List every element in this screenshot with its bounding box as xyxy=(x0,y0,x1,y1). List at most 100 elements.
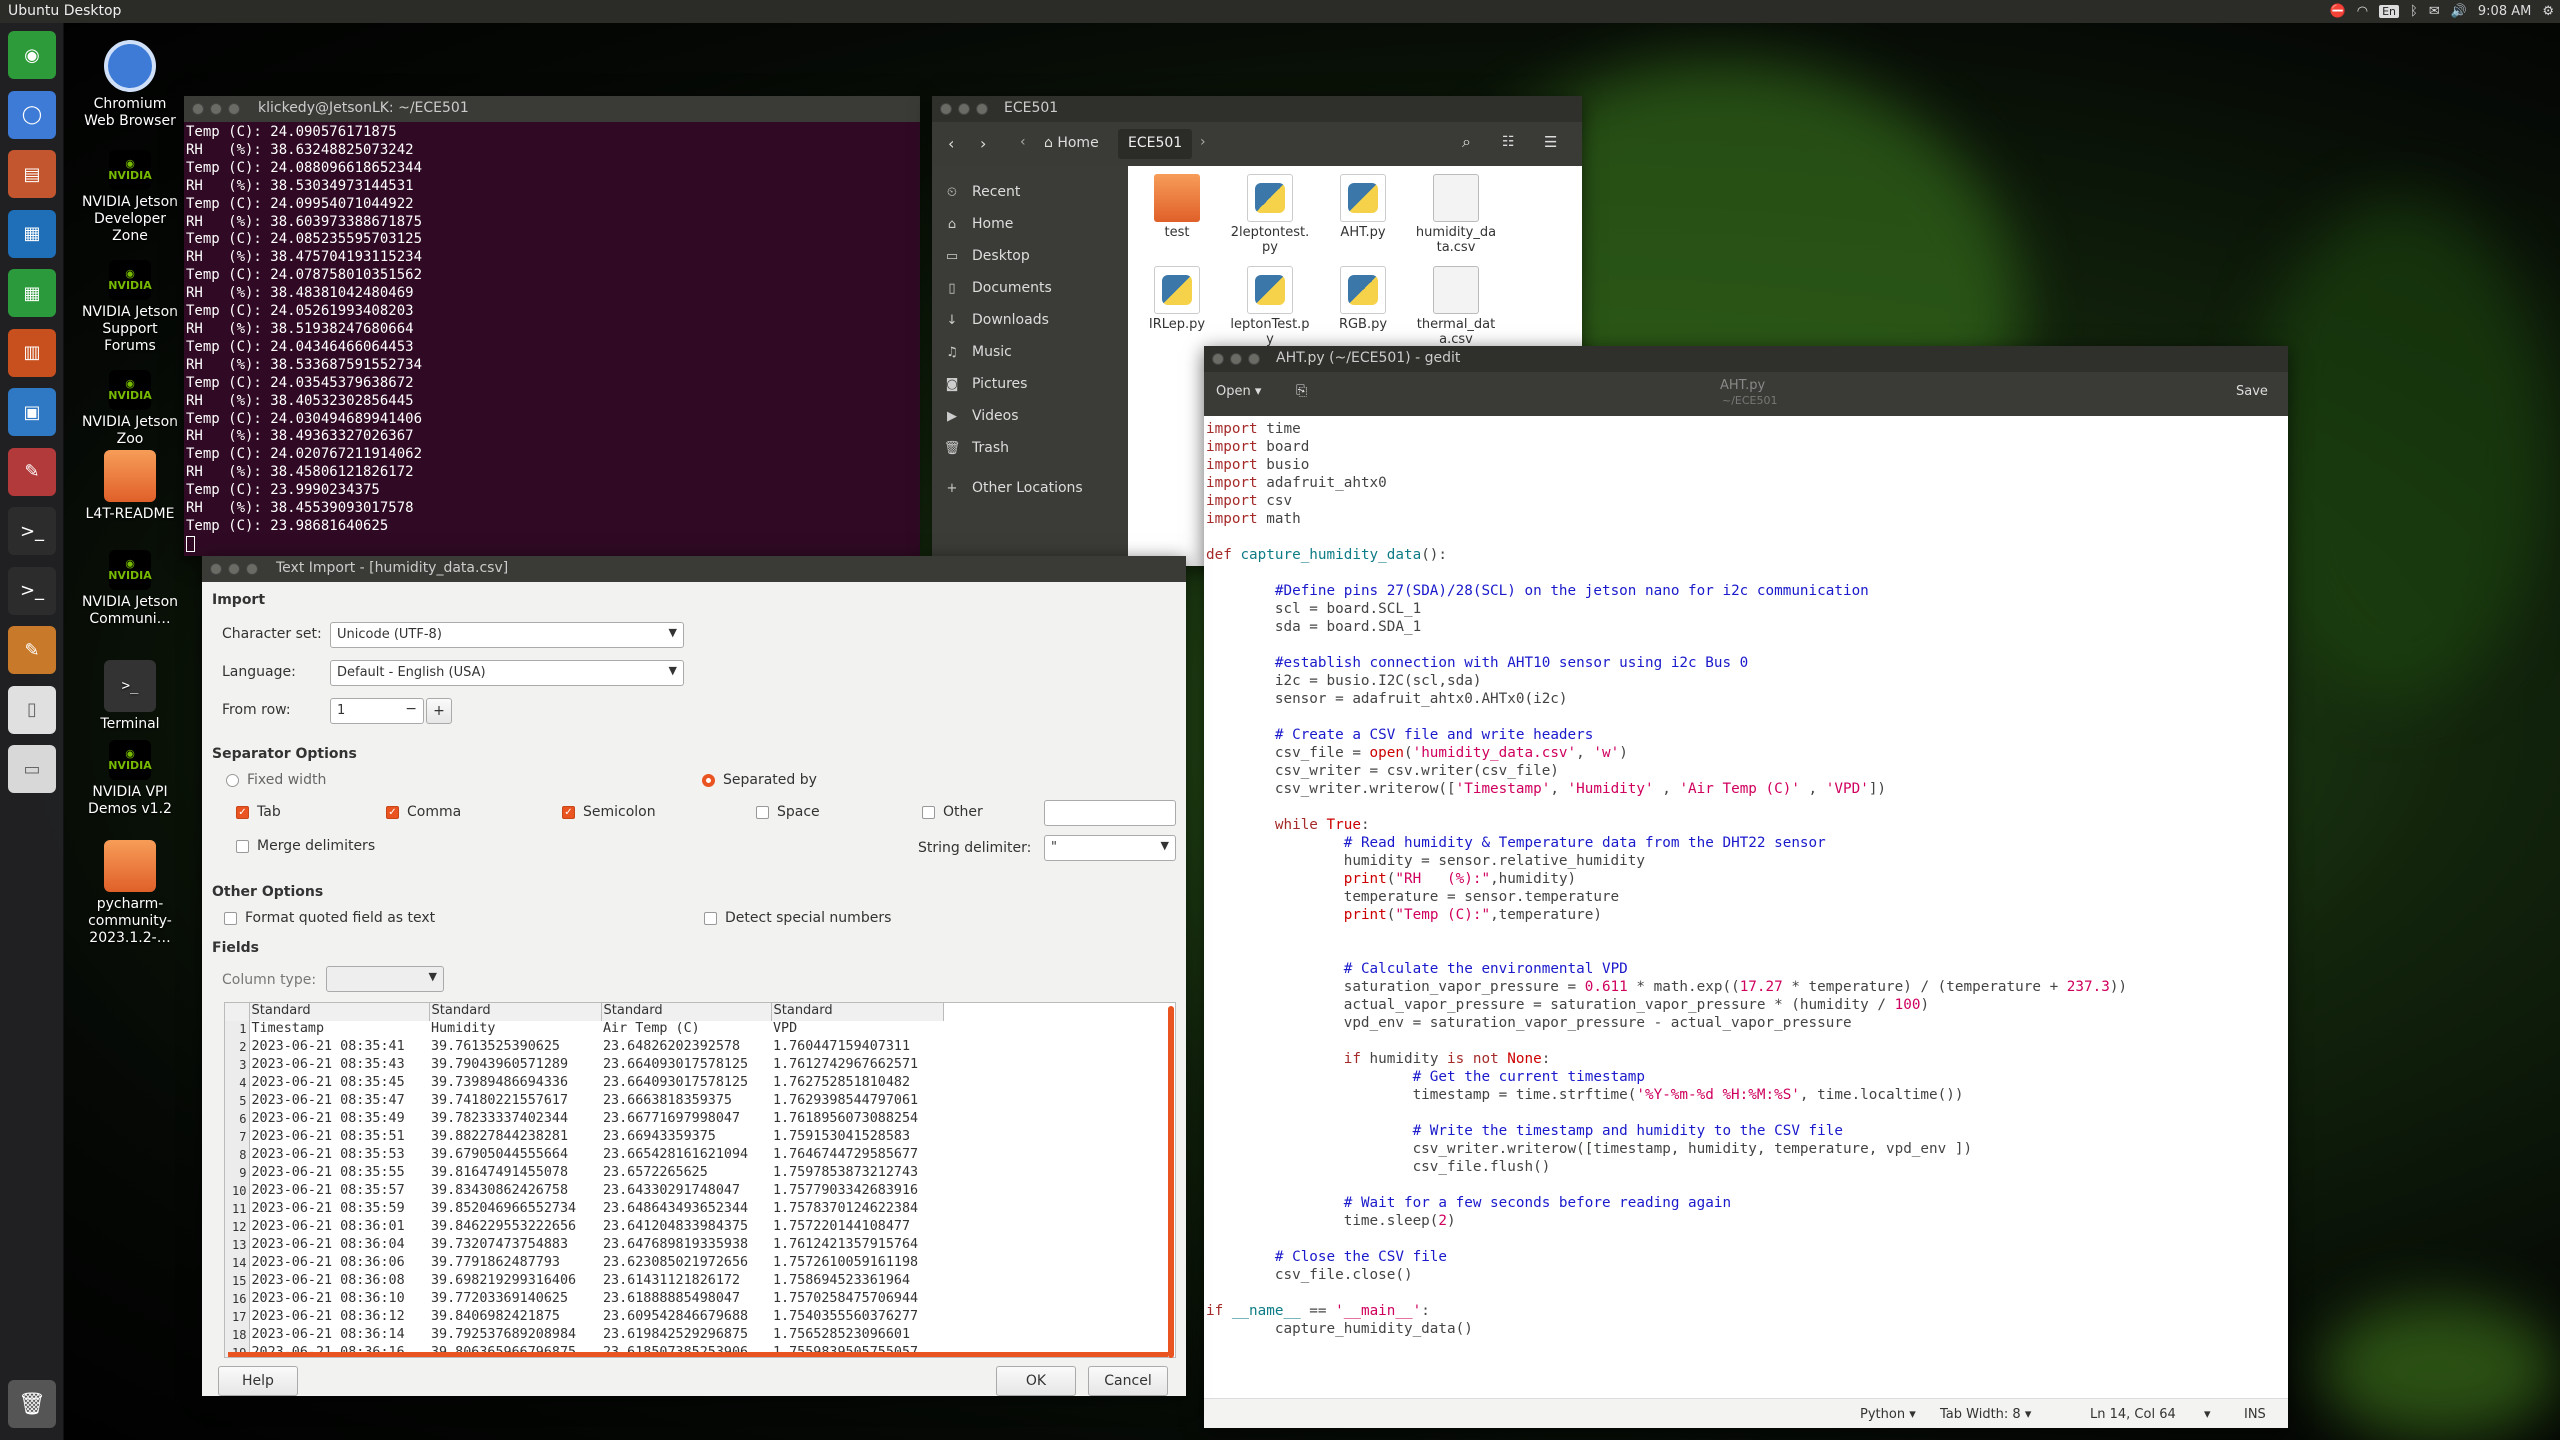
search-icon[interactable]: ⌕ xyxy=(1462,132,1471,152)
check-icon[interactable]: ✓ xyxy=(562,805,575,819)
table-cell[interactable]: 1.760447159407311 xyxy=(771,1039,943,1057)
text-import-dialog[interactable]: Text Import - [humidity_data.csv] Import… xyxy=(202,556,1186,1396)
table-cell[interactable]: 1.7618956073088254 xyxy=(771,1111,943,1129)
table-cell[interactable]: 1.7597853873212743 xyxy=(771,1165,943,1183)
separated-by-radio[interactable]: Separated by xyxy=(702,772,817,788)
table-cell[interactable]: 1.7629398544797061 xyxy=(771,1093,943,1111)
launcher-impress-icon[interactable]: ▥ xyxy=(8,328,56,377)
table-row[interactable]: 11 2023-06-21 08:35:59 39.852046966552734 2… xyxy=(225,1201,943,1219)
table-cell[interactable]: 1.759153041528583 xyxy=(771,1129,943,1147)
file-item[interactable]: test xyxy=(1136,174,1218,240)
table-row[interactable]: 14 2023-06-21 08:36:06 39.7791862487793 23.… xyxy=(225,1255,943,1273)
table-row[interactable]: 8 2023-06-21 08:35:53 39.67905044555664 23.… xyxy=(225,1147,943,1165)
table-cell[interactable]: 39.8406982421875 xyxy=(429,1309,601,1327)
keyboard-language-indicator[interactable]: En xyxy=(2379,5,2399,18)
minimize-icon[interactable] xyxy=(210,103,222,115)
table-cell[interactable]: 1.7612421357915764 xyxy=(771,1237,943,1255)
table-cell[interactable]: 2023-06-21 08:35:41 xyxy=(249,1039,429,1057)
table-cell[interactable]: 39.74180221557617 xyxy=(429,1093,601,1111)
table-cell[interactable]: 2023-06-21 08:36:10 xyxy=(249,1291,429,1309)
table-cell[interactable]: 2023-06-21 08:35:51 xyxy=(249,1129,429,1147)
new-tab-icon[interactable]: ⎘ xyxy=(1296,383,1307,399)
table-cell[interactable]: 23.64330291748047 xyxy=(601,1183,771,1201)
table-cell[interactable]: 2023-06-21 08:35:47 xyxy=(249,1093,429,1111)
table-cell[interactable]: 2023-06-21 08:36:04 xyxy=(249,1237,429,1255)
preview-vertical-scrollbar[interactable] xyxy=(1168,1006,1174,1358)
insert-mode[interactable]: INS xyxy=(2244,1407,2266,1422)
table-cell[interactable]: 2023-06-21 08:36:12 xyxy=(249,1309,429,1327)
table-cell[interactable]: 1.7577903342683916 xyxy=(771,1183,943,1201)
clock[interactable]: 9:08 AM xyxy=(2478,4,2531,19)
table-cell[interactable]: 23.664093017578125 xyxy=(601,1057,771,1075)
table-cell[interactable]: 23.66943359375 xyxy=(601,1129,771,1147)
help-button[interactable]: Help xyxy=(218,1366,298,1396)
table-row[interactable]: 16 2023-06-21 08:36:10 39.77203369140625 23… xyxy=(225,1291,943,1309)
settings-gear-icon[interactable]: ⚙ xyxy=(2542,4,2554,19)
desktop-icon-8[interactable]: pycharm-community-2023.1.2-… xyxy=(78,840,182,947)
table-cell[interactable]: 39.73207473754883 xyxy=(429,1237,601,1255)
files-titlebar[interactable]: ECE501 xyxy=(932,96,1582,122)
detect-special-checkbox[interactable]: Detect special numbers xyxy=(704,910,891,926)
table-cell[interactable]: 1.7612742967662571 xyxy=(771,1057,943,1075)
separated-by-radio-button[interactable] xyxy=(702,773,715,787)
minimize-icon[interactable] xyxy=(1230,353,1242,365)
table-cell[interactable]: VPD xyxy=(771,1021,943,1039)
table-cell[interactable]: 2023-06-21 08:36:14 xyxy=(249,1327,429,1345)
tab-width-selector[interactable]: Tab Width: 8 ▾ xyxy=(1940,1407,2031,1422)
table-cell[interactable]: 23.6572265625 xyxy=(601,1165,771,1183)
fixed-width-radio-button[interactable] xyxy=(226,773,239,787)
table-cell[interactable]: 23.665428161621094 xyxy=(601,1147,771,1165)
terminal-titlebar[interactable]: klickedy@JetsonLK: ~/ECE501 xyxy=(184,96,920,122)
table-cell[interactable]: 2023-06-21 08:36:08 xyxy=(249,1273,429,1291)
language-select[interactable]: Default - English (USA) ▼ xyxy=(330,660,684,686)
check-icon[interactable]: ✓ xyxy=(236,805,249,819)
maximize-icon[interactable] xyxy=(976,103,988,115)
table-row[interactable]: 1 Timestamp Humidity Air Temp (C) VPD xyxy=(225,1021,943,1039)
maximize-icon[interactable] xyxy=(246,563,258,575)
desktop-icon-5[interactable]: ◉ NVIDIA NVIDIA Jetson Communi… xyxy=(78,550,182,628)
table-row[interactable]: 5 2023-06-21 08:35:47 39.74180221557617 23.… xyxy=(225,1093,943,1111)
table-cell[interactable]: 1.7572610059161198 xyxy=(771,1255,943,1273)
desktop-icon-7[interactable]: ◉ NVIDIA NVIDIA VPI Demos v1.2 xyxy=(78,740,182,818)
path-right-icon[interactable]: › xyxy=(1200,134,1206,150)
sidebar-item-music[interactable]: ♫ Music xyxy=(932,336,1128,368)
column-type-select[interactable]: ▼ xyxy=(326,966,444,992)
launcher-writer-icon[interactable]: ▦ xyxy=(8,209,56,258)
sidebar-item-desktop[interactable]: ▭ Desktop xyxy=(932,240,1128,272)
table-cell[interactable]: 2023-06-21 08:35:55 xyxy=(249,1165,429,1183)
table-cell[interactable]: 23.619842529296875 xyxy=(601,1327,771,1345)
table-row[interactable]: 13 2023-06-21 08:36:04 39.73207473754883 23… xyxy=(225,1237,943,1255)
table-row[interactable]: 3 2023-06-21 08:35:43 39.79043960571289 23.… xyxy=(225,1057,943,1075)
table-row[interactable]: 9 2023-06-21 08:35:55 39.81647491455078 23.… xyxy=(225,1165,943,1183)
launcher-settings-icon[interactable]: ✎ xyxy=(8,447,56,496)
launcher-calc-icon[interactable]: ▦ xyxy=(8,269,56,317)
position-dropdown-icon[interactable]: ▾ xyxy=(2204,1407,2211,1422)
path-home-button[interactable]: ⌂ Home xyxy=(1044,135,1099,151)
file-item[interactable]: leptonTest.py xyxy=(1229,266,1311,347)
desktop-icon-3[interactable]: ◉ NVIDIA NVIDIA Jetson Zoo xyxy=(78,370,182,448)
checkbox-empty[interactable] xyxy=(704,911,717,925)
table-cell[interactable]: 1.7540355560376277 xyxy=(771,1309,943,1327)
table-cell[interactable]: 23.66771697998047 xyxy=(601,1111,771,1129)
table-cell[interactable]: 39.81647491455078 xyxy=(429,1165,601,1183)
table-row[interactable]: 4 2023-06-21 08:35:45 39.73989486694336 23.… xyxy=(225,1075,943,1093)
window-controls[interactable] xyxy=(192,103,240,115)
table-row[interactable]: 7 2023-06-21 08:35:51 39.88227844238281 23.… xyxy=(225,1129,943,1147)
check-icon[interactable]: ✓ xyxy=(386,805,399,819)
from-row-input[interactable]: 1− xyxy=(330,698,424,724)
update-icon[interactable]: ⛔ xyxy=(2330,4,2346,19)
launcher-terminal2-icon[interactable]: >_ xyxy=(8,566,56,615)
table-cell[interactable]: 2023-06-21 08:36:01 xyxy=(249,1219,429,1237)
maximize-icon[interactable] xyxy=(1248,353,1260,365)
preview-grid[interactable]: Standard Standard Standard Standard 1 Timesta… xyxy=(224,1002,1176,1358)
minimize-icon[interactable] xyxy=(958,103,970,115)
close-icon[interactable] xyxy=(192,103,204,115)
volume-icon[interactable]: 🔊 xyxy=(2451,4,2467,19)
launcher-gedit-icon[interactable]: ✎ xyxy=(8,626,56,674)
table-cell[interactable]: 1.757220144108477 xyxy=(771,1219,943,1237)
open-button[interactable]: Open ▾ xyxy=(1216,384,1261,399)
table-cell[interactable]: 23.623085021972656 xyxy=(601,1255,771,1273)
launcher-document-icon[interactable]: ▯ xyxy=(8,685,56,734)
launcher-software-icon[interactable]: ▣ xyxy=(8,388,56,436)
terminal-window[interactable]: klickedy@JetsonLK: ~/ECE501 Temp (C): 24… xyxy=(184,96,920,556)
